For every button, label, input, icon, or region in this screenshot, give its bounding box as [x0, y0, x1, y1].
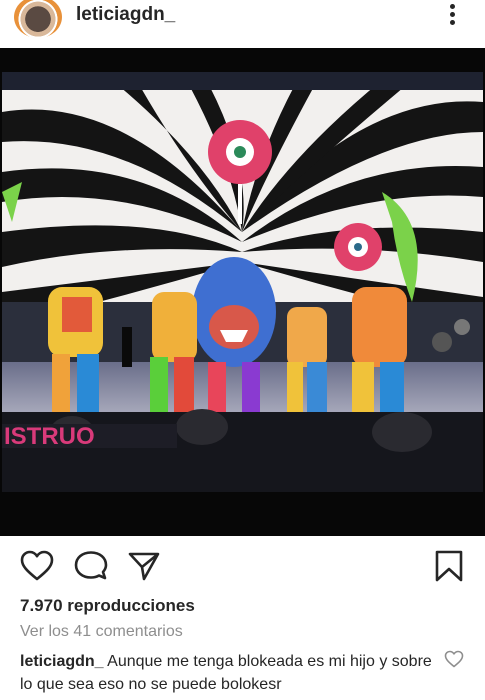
- video-frame: ISTRUO: [2, 72, 483, 492]
- comment-icon[interactable]: [74, 550, 108, 582]
- view-count[interactable]: 7.970 reproducciones: [20, 596, 195, 616]
- caption: leticiagdn_ Aunque me tenga blokeada es …: [20, 650, 435, 696]
- more-options-icon[interactable]: [440, 0, 464, 30]
- heart-small-icon[interactable]: [444, 650, 464, 668]
- share-icon[interactable]: [127, 550, 161, 582]
- post-video[interactable]: ISTRUO: [0, 48, 485, 536]
- profile-avatar[interactable]: [14, 0, 62, 38]
- bookmark-icon[interactable]: [432, 550, 466, 582]
- view-comments-link[interactable]: Ver los 41 comentarios: [20, 623, 183, 641]
- eye-ball-right: [334, 223, 382, 271]
- stage-scene: ISTRUO: [2, 72, 483, 492]
- post-header: leticiagdn_: [0, 0, 485, 48]
- post-username[interactable]: leticiagdn_: [76, 4, 175, 26]
- heart-icon[interactable]: [20, 550, 54, 582]
- screen-text: ISTRUO: [4, 423, 95, 450]
- caption-username[interactable]: leticiagdn_: [20, 653, 104, 670]
- post-actions: [0, 536, 485, 592]
